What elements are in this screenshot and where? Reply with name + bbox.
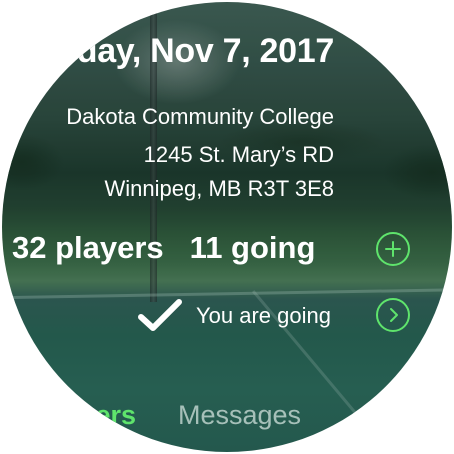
location-city: Winnipeg, MB R3T 3E8 [104,176,334,201]
event-date: Tuesday, Nov 7, 2017 [2,32,334,70]
plus-icon [385,241,401,257]
checkmark-icon [138,299,182,331]
location-street: 1245 St. Mary’s RD [143,142,334,167]
players-count: 32 players [12,230,164,265]
chevron-right-icon [390,308,398,322]
tab-messages[interactable]: Messages [178,400,301,431]
going-count: 11 going [189,230,316,265]
details-button[interactable] [376,298,410,332]
tab-players-label: Players [94,400,136,430]
add-button[interactable] [376,232,410,266]
location-name: Dakota Community College [66,104,334,129]
going-status-text: You are going [196,303,331,328]
tab-players[interactable]: Players [94,400,136,431]
watch-screen: Tuesday, Nov 7, 2017 Dakota Community Co… [2,2,452,452]
event-stats: 32 players 11 going [12,230,315,266]
